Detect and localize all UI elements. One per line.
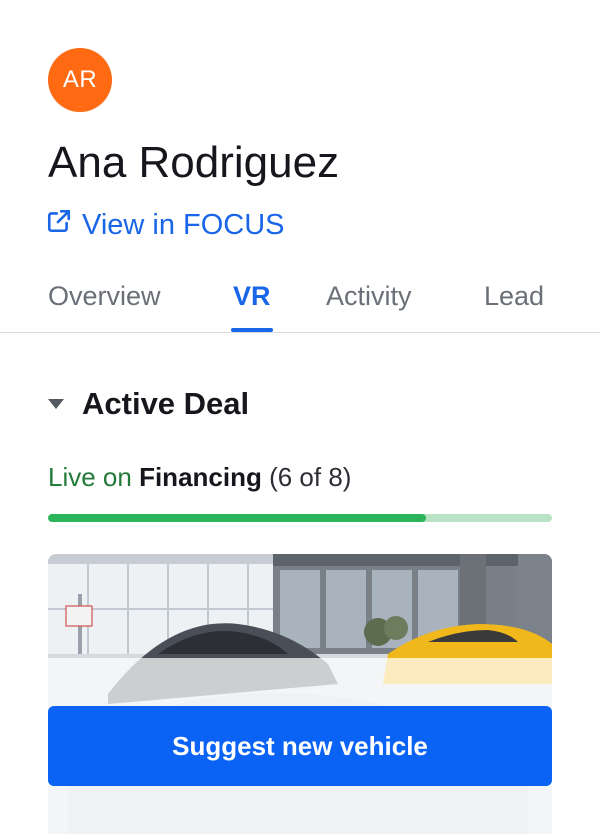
suggest-new-vehicle-button[interactable]: Suggest new vehicle — [48, 706, 552, 786]
external-link-icon — [46, 208, 72, 242]
customer-detail-page: AR Ana Rodriguez View in FOCUS Overview … — [0, 0, 600, 834]
status-stage: Financing — [139, 462, 262, 492]
view-in-focus-label: View in FOCUS — [82, 208, 285, 241]
status-prefix: Live on — [48, 462, 132, 492]
tab-activity[interactable]: Activity — [326, 281, 412, 312]
active-tab-indicator — [231, 328, 273, 332]
tab-lead[interactable]: Lead — [484, 281, 544, 312]
caret-down-icon — [48, 399, 64, 409]
customer-name: Ana Rodriguez — [48, 138, 340, 187]
tab-bar: Overview VR Activity Lead — [0, 268, 600, 333]
deal-progress-fill — [48, 514, 426, 522]
active-deal-toggle[interactable]: Active Deal — [48, 386, 249, 422]
deal-progress-bar — [48, 514, 552, 522]
deal-status: Live on Financing (6 of 8) — [48, 462, 351, 493]
section-title: Active Deal — [82, 386, 250, 421]
tab-vr[interactable]: VR — [233, 281, 271, 312]
view-in-focus-link[interactable]: View in FOCUS — [46, 208, 285, 242]
avatar: AR — [48, 48, 112, 112]
tab-overview[interactable]: Overview — [48, 281, 161, 312]
avatar-initials: AR — [62, 66, 98, 93]
status-step: (6 of 8) — [269, 462, 352, 492]
